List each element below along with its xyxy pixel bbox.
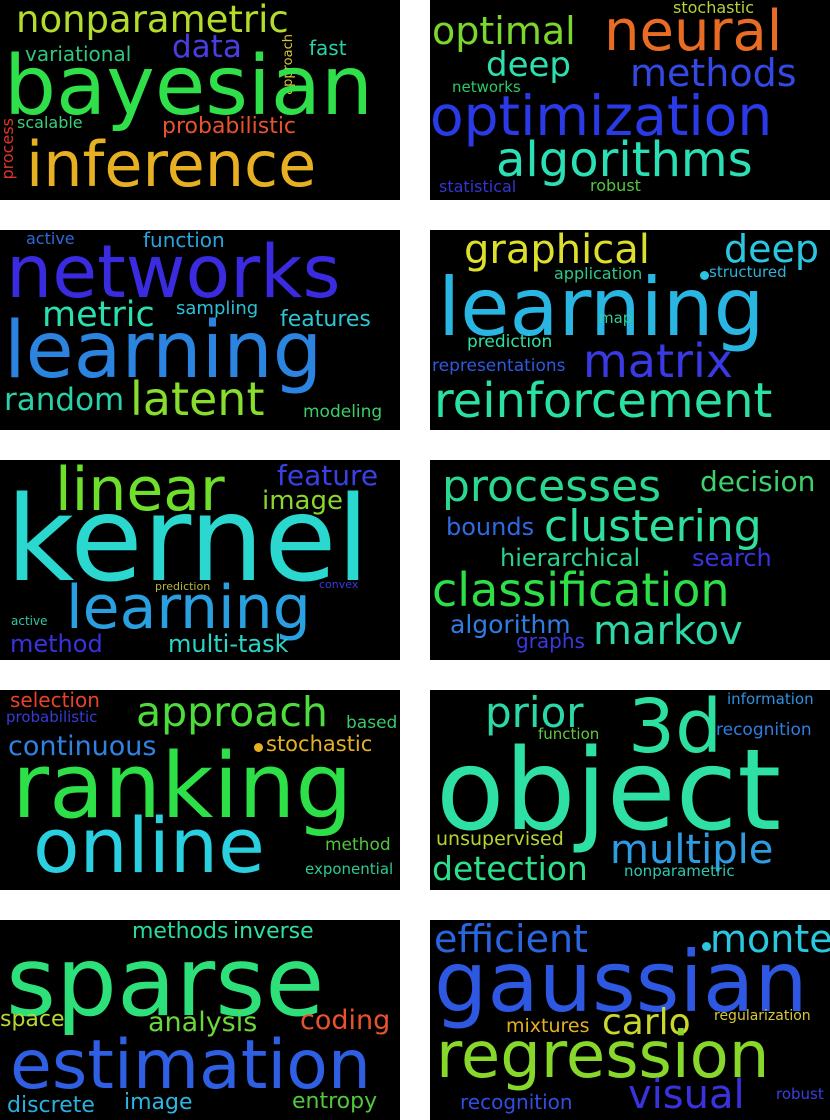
word-detection: detection bbox=[432, 849, 588, 888]
word-robust: robust bbox=[590, 176, 641, 195]
word-robust: robust bbox=[776, 1085, 824, 1103]
word-statistical: statistical bbox=[439, 177, 517, 196]
word-cloud-4: graphical deep application structured le… bbox=[430, 230, 830, 430]
word-active: active bbox=[11, 614, 48, 628]
word-cloud-7: selection probabilistic approach based c… bbox=[0, 690, 400, 890]
word-clustering: clustering bbox=[544, 501, 762, 552]
word-cloud-9: methods inverse sparse space analysis co… bbox=[0, 920, 400, 1120]
word-entropy: entropy bbox=[292, 1089, 378, 1114]
word-cloud-8: prior 3d information function recognitio… bbox=[430, 690, 830, 890]
word-latent: latent bbox=[130, 372, 265, 426]
word-bounds: bounds bbox=[446, 513, 535, 541]
word-selection: selection bbox=[10, 690, 100, 712]
word-graphs: graphs bbox=[516, 629, 585, 653]
word-nonparametric: nonparametric bbox=[16, 0, 289, 41]
word-deep: deep bbox=[486, 45, 571, 85]
word-process: process bbox=[0, 118, 17, 180]
word-unsupervised: unsupervised bbox=[436, 828, 564, 850]
word-exponential: exponential bbox=[305, 860, 394, 878]
word-cloud-2: stochastic optimal neural deep methods n… bbox=[430, 0, 830, 200]
word-convex: convex bbox=[319, 578, 359, 591]
word-reinforcement: reinforcement bbox=[434, 373, 773, 429]
word-cloud-3: active function networks metric sampling… bbox=[0, 230, 400, 430]
word-probabilistic: probabilistic bbox=[6, 708, 98, 726]
page: { "clouds": [ { "words": [ {"text": "non… bbox=[0, 0, 830, 1120]
word-approach: approach bbox=[136, 690, 328, 736]
word-information: information bbox=[727, 690, 814, 708]
word-discrete: discrete bbox=[7, 1093, 95, 1118]
word-prediction: prediction bbox=[467, 332, 553, 352]
word-multi-task: multi-task bbox=[168, 630, 289, 658]
word-cloud-5: linear feature image kernel prediction c… bbox=[0, 460, 400, 660]
word-modeling: modeling bbox=[303, 402, 383, 422]
word-recognition: recognition bbox=[460, 1090, 573, 1114]
word-method: method bbox=[10, 630, 103, 658]
word-online: online bbox=[33, 801, 265, 890]
word-based: based bbox=[346, 713, 398, 733]
word-method: method bbox=[325, 835, 391, 855]
word-classification: classification bbox=[432, 563, 730, 617]
word-markov: markov bbox=[593, 608, 743, 654]
word-nonparametric: nonparametric bbox=[624, 862, 735, 880]
word-cloud-10: efficient monte gaussian mixtures carlo … bbox=[430, 920, 830, 1120]
word-map: map bbox=[599, 309, 633, 327]
word-decision: decision bbox=[700, 465, 816, 498]
word-cloud-1: nonparametric data fast variational appr… bbox=[0, 0, 400, 200]
word-learning: learning bbox=[66, 573, 311, 643]
word-visual: visual bbox=[628, 1072, 745, 1118]
word-random: random bbox=[4, 382, 125, 418]
word-cloud-6: processes decision bounds clustering hie… bbox=[430, 460, 830, 660]
word-inference: inference bbox=[26, 128, 317, 200]
word-image: image bbox=[124, 1090, 193, 1115]
